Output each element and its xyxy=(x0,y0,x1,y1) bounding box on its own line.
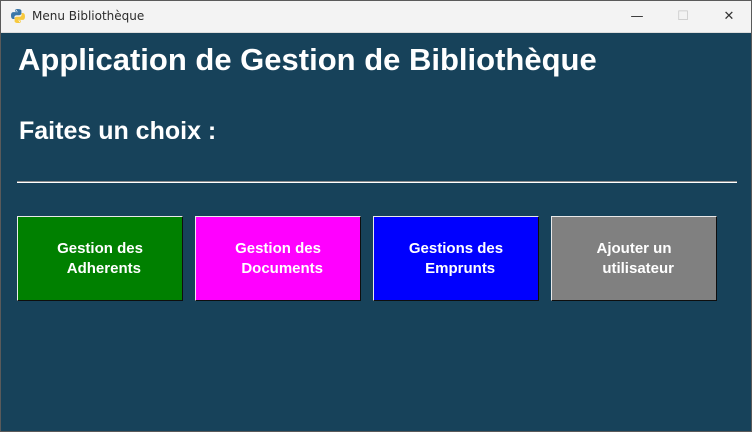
add-user-button[interactable]: Ajouter un utilisateur xyxy=(551,216,717,301)
choice-prompt: Faites un choix : xyxy=(19,117,217,145)
manage-loans-button[interactable]: Gestions des Emprunts xyxy=(373,216,539,301)
close-button[interactable]: ✕ xyxy=(706,1,751,32)
manage-members-button[interactable]: Gestion des Adherents xyxy=(17,216,183,301)
manage-documents-button[interactable]: Gestion des Documents xyxy=(195,216,361,301)
maximize-icon: ☐ xyxy=(677,9,689,24)
minimize-button[interactable]: — xyxy=(614,1,660,32)
main-content: Application de Gestion de Bibliothèque F… xyxy=(1,33,751,431)
python-icon xyxy=(10,8,26,24)
page-title: Application de Gestion de Bibliothèque xyxy=(18,42,597,77)
separator xyxy=(17,181,737,183)
title-bar[interactable]: Menu Bibliothèque — ☐ ✕ xyxy=(1,1,751,33)
app-window: Menu Bibliothèque — ☐ ✕ Application de G… xyxy=(0,0,752,432)
maximize-button[interactable]: ☐ xyxy=(660,1,706,32)
close-icon: ✕ xyxy=(723,9,735,24)
window-title: Menu Bibliothèque xyxy=(32,9,145,23)
minimize-icon: — xyxy=(630,9,644,24)
